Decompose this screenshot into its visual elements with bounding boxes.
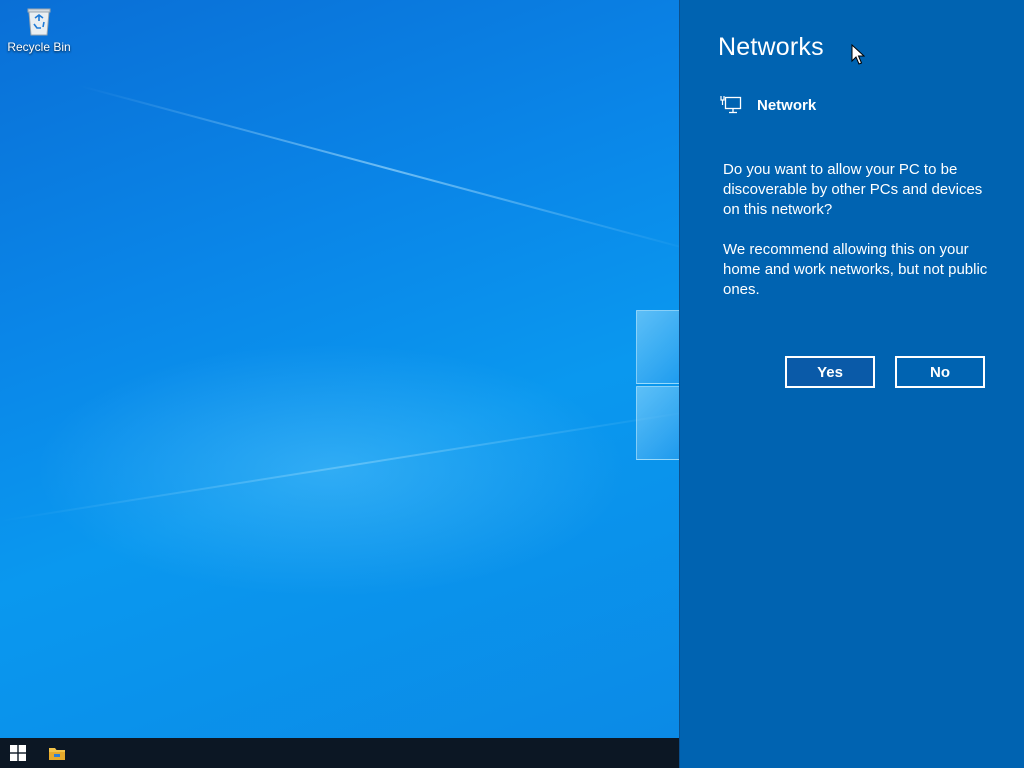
ethernet-icon	[720, 96, 742, 114]
network-name: Network	[757, 96, 817, 114]
desktop-icon-label: Recycle Bin	[7, 40, 71, 54]
wallpaper-light-beam	[0, 407, 679, 522]
no-button[interactable]: No	[895, 356, 985, 388]
file-explorer-icon	[49, 748, 65, 760]
network-item: Network	[720, 94, 816, 116]
panel-title: Networks	[718, 33, 824, 61]
yes-button[interactable]: Yes	[785, 356, 875, 388]
recycle-bin-icon	[26, 6, 52, 36]
discoverable-prompt: Do you want to allow your PC to be disco…	[723, 161, 983, 218]
taskbar	[0, 738, 679, 768]
windows-start-icon	[10, 745, 26, 761]
mouse-cursor-icon	[851, 44, 865, 65]
taskbar-file-explorer-button[interactable]	[39, 738, 75, 768]
start-button[interactable]	[0, 738, 36, 768]
desktop-icon-recycle-bin[interactable]: Recycle Bin	[4, 6, 74, 54]
networks-panel: Networks Network Do you want to allow yo…	[679, 0, 1024, 768]
recommendation-text: We recommend allowing this on your home …	[723, 241, 988, 298]
wallpaper-windows-logo	[636, 310, 679, 460]
wallpaper-light-beam	[79, 85, 679, 253]
desktop-wallpaper: Recycle Bin	[0, 0, 679, 738]
